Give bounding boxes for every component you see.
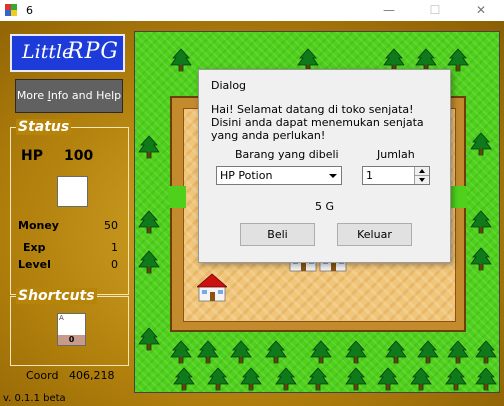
- shortcuts-title: Shortcuts: [16, 288, 97, 304]
- tree-icon: [470, 210, 492, 234]
- logo-word-rpg: RPG: [67, 39, 119, 64]
- coord-readout: Coord 406,218: [26, 369, 114, 382]
- tree-icon: [310, 340, 332, 364]
- spin-down-icon[interactable]: [414, 176, 429, 184]
- tree-icon: [197, 340, 219, 364]
- character-portrait: [57, 176, 88, 207]
- logo-word-little: Little: [22, 41, 74, 63]
- price-label: 5 G: [314, 200, 335, 213]
- tree-icon: [170, 48, 192, 72]
- buy-button[interactable]: Beli: [240, 223, 315, 246]
- status-title: Status: [16, 119, 72, 135]
- minimize-button[interactable]: —: [366, 0, 412, 21]
- shortcuts-panel: Shortcuts A 0: [10, 288, 129, 366]
- tree-icon: [138, 210, 160, 234]
- little-rpg-logo: Little RPG: [10, 34, 125, 72]
- tree-icon: [445, 367, 467, 391]
- shortcut-key: A: [59, 314, 64, 322]
- level-label: Level: [18, 258, 51, 271]
- hp-value: 100: [64, 148, 94, 164]
- title-bar: 6 — ☐ ✕: [0, 0, 504, 21]
- tree-icon: [447, 340, 469, 364]
- maximize-button[interactable]: ☐: [412, 0, 458, 21]
- spin-up-icon[interactable]: [414, 167, 429, 176]
- close-button[interactable]: ✕: [458, 0, 504, 21]
- tree-icon: [385, 340, 407, 364]
- tree-icon: [207, 367, 229, 391]
- shortcut-slot-a[interactable]: A 0: [57, 313, 86, 346]
- tree-icon: [470, 132, 492, 156]
- tree-icon: [138, 135, 160, 159]
- quantity-stepper[interactable]: 1: [362, 166, 430, 185]
- tree-icon: [240, 367, 262, 391]
- coord-label: Coord: [26, 369, 59, 382]
- item-label: Barang yang dibeli: [235, 148, 339, 161]
- tree-icon: [470, 247, 492, 271]
- tree-icon: [173, 367, 195, 391]
- status-panel: Status HP 100 Money 50 Exp 1 Level 0: [10, 119, 129, 295]
- tree-icon: [345, 340, 367, 364]
- item-select[interactable]: HP Potion: [216, 166, 342, 185]
- fence-gate-left: [170, 186, 186, 208]
- tree-icon: [307, 367, 329, 391]
- more-info-button[interactable]: More Info and Help: [15, 79, 123, 113]
- exit-button[interactable]: Keluar: [337, 223, 412, 246]
- version-label: v. 0.1.1 beta: [3, 393, 66, 404]
- shop-dialog: Dialog Hai! Selamat datang di toko senja…: [198, 69, 451, 263]
- quantity-value: 1: [366, 169, 373, 182]
- shortcut-count: 0: [58, 335, 85, 345]
- hp-label: HP: [21, 148, 43, 164]
- chevron-down-icon[interactable]: [324, 167, 341, 184]
- tree-icon: [138, 327, 160, 351]
- exp-value: 1: [111, 241, 118, 254]
- tree-icon: [345, 367, 367, 391]
- money-label: Money: [18, 219, 59, 232]
- game-window: Little RPG More Info and Help Status HP …: [0, 21, 504, 406]
- tree-icon: [377, 367, 399, 391]
- dialog-title: Dialog: [211, 79, 247, 92]
- more-info-label-pre: More: [16, 89, 48, 102]
- quantity-label: Jumlah: [377, 148, 415, 161]
- window-title: 6: [26, 4, 33, 17]
- item-select-value: HP Potion: [220, 169, 273, 182]
- tree-icon: [475, 367, 497, 391]
- tree-icon: [410, 367, 432, 391]
- tree-icon: [417, 340, 439, 364]
- tree-icon: [275, 367, 297, 391]
- coord-value: 406,218: [68, 369, 115, 382]
- app-icon: [5, 4, 17, 16]
- more-info-label-post: nfo and Help: [50, 89, 122, 102]
- tree-icon: [170, 340, 192, 364]
- tree-icon: [230, 340, 252, 364]
- money-value: 50: [104, 219, 118, 232]
- house-icon: [197, 273, 227, 302]
- tree-icon: [265, 340, 287, 364]
- fence-gate-right: [450, 186, 466, 208]
- tree-icon: [138, 250, 160, 274]
- tree-icon: [475, 340, 497, 364]
- exp-label: Exp: [23, 241, 46, 254]
- level-value: 0: [111, 258, 118, 271]
- dialog-message: Hai! Selamat datang di toko senjata! Dis…: [211, 103, 424, 142]
